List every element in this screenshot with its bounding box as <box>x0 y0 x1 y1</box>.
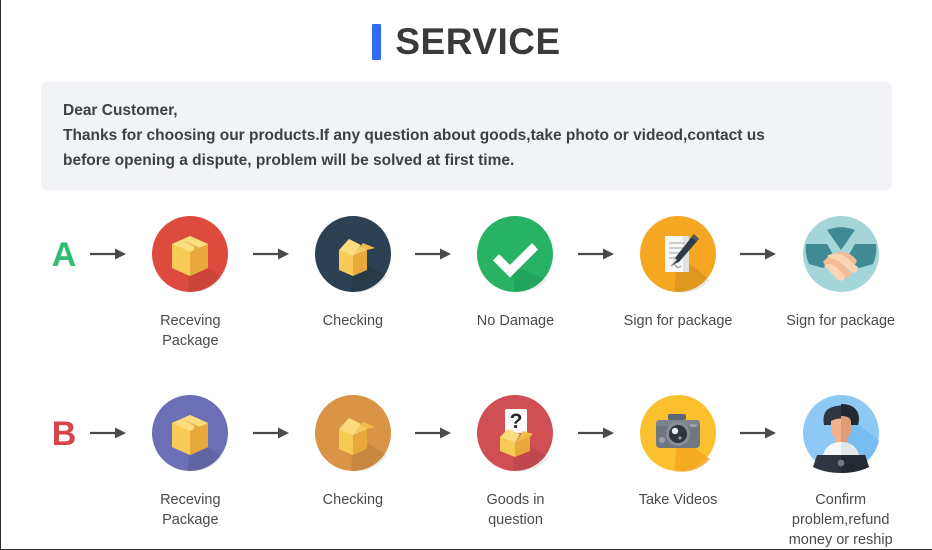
flow-row-b: B Receving Package Checking ? Goods in q… <box>1 386 932 550</box>
flow-step: Receving Package <box>133 207 248 351</box>
arrow-right-icon <box>410 207 458 300</box>
flow-letter-b: B <box>51 415 77 454</box>
flow-step: ? Goods in question <box>458 386 573 530</box>
notice-line-1: Dear Customer, <box>63 102 178 119</box>
handshake-icon <box>794 207 887 300</box>
arrow-right-icon <box>410 386 458 479</box>
flow-step-label: Sign for package <box>623 313 733 330</box>
arrow-right-icon <box>735 207 783 300</box>
flow-step-label: Sign for package <box>786 313 896 330</box>
camera-icon <box>632 386 725 479</box>
notice-line-2: Thanks for choosing our products.If any … <box>63 127 765 145</box>
page-title-text: SERVICE <box>395 21 561 62</box>
closed-box-icon <box>144 386 237 479</box>
flow-step: Take Videos <box>621 386 736 511</box>
customer-notice: Dear Customer, Thanks for choosing our p… <box>41 82 892 191</box>
flow-step-label: Take Videos <box>638 492 718 509</box>
question-box-icon: ? <box>469 386 562 479</box>
flow-step-label: Checking <box>322 313 384 330</box>
flow-row-a: A Receving Package Checking No Damage Si… <box>1 207 932 351</box>
service-page: SERVICE Dear Customer, Thanks for choosi… <box>0 0 932 550</box>
flow-step-label: Goods in question <box>486 492 545 529</box>
flow-step: Checking <box>296 386 411 511</box>
flow-step-label: Checking <box>322 492 384 509</box>
open-box-icon <box>306 386 399 479</box>
arrow-right-icon <box>248 386 296 479</box>
flow-step-label: No Damage <box>476 313 555 330</box>
arrow-right-icon <box>735 386 783 479</box>
arrow-right-icon <box>85 386 133 479</box>
flow-step-label: Receving Package <box>160 492 221 529</box>
flow-step: No Damage <box>458 207 573 332</box>
flow-step-label: Confirm problem,refund money or reship <box>788 492 893 548</box>
document-pen-icon <box>632 207 725 300</box>
arrow-right-icon <box>573 207 621 300</box>
open-box-icon <box>306 207 399 300</box>
flow-step: Confirm problem,refund money or reship <box>783 386 898 550</box>
title-accent-bar <box>372 23 382 60</box>
arrow-right-icon <box>248 207 296 300</box>
arrow-right-icon <box>573 386 621 479</box>
flow-step: Sign for package <box>783 207 898 332</box>
closed-box-icon <box>144 207 237 300</box>
person-laptop-icon <box>794 386 887 479</box>
flow-step: Receving Package <box>133 386 248 530</box>
flow-step: Sign for package <box>621 207 736 332</box>
arrow-right-icon <box>85 207 133 300</box>
svg-text:?: ? <box>510 410 523 433</box>
page-title: SERVICE <box>1 0 932 60</box>
check-mark-icon <box>469 207 562 300</box>
flow-step: Checking <box>296 207 411 332</box>
notice-line-3: before opening a dispute, problem will b… <box>63 152 515 170</box>
flow-step-label: Receving Package <box>160 313 221 349</box>
flow-letter-a: A <box>51 236 77 275</box>
